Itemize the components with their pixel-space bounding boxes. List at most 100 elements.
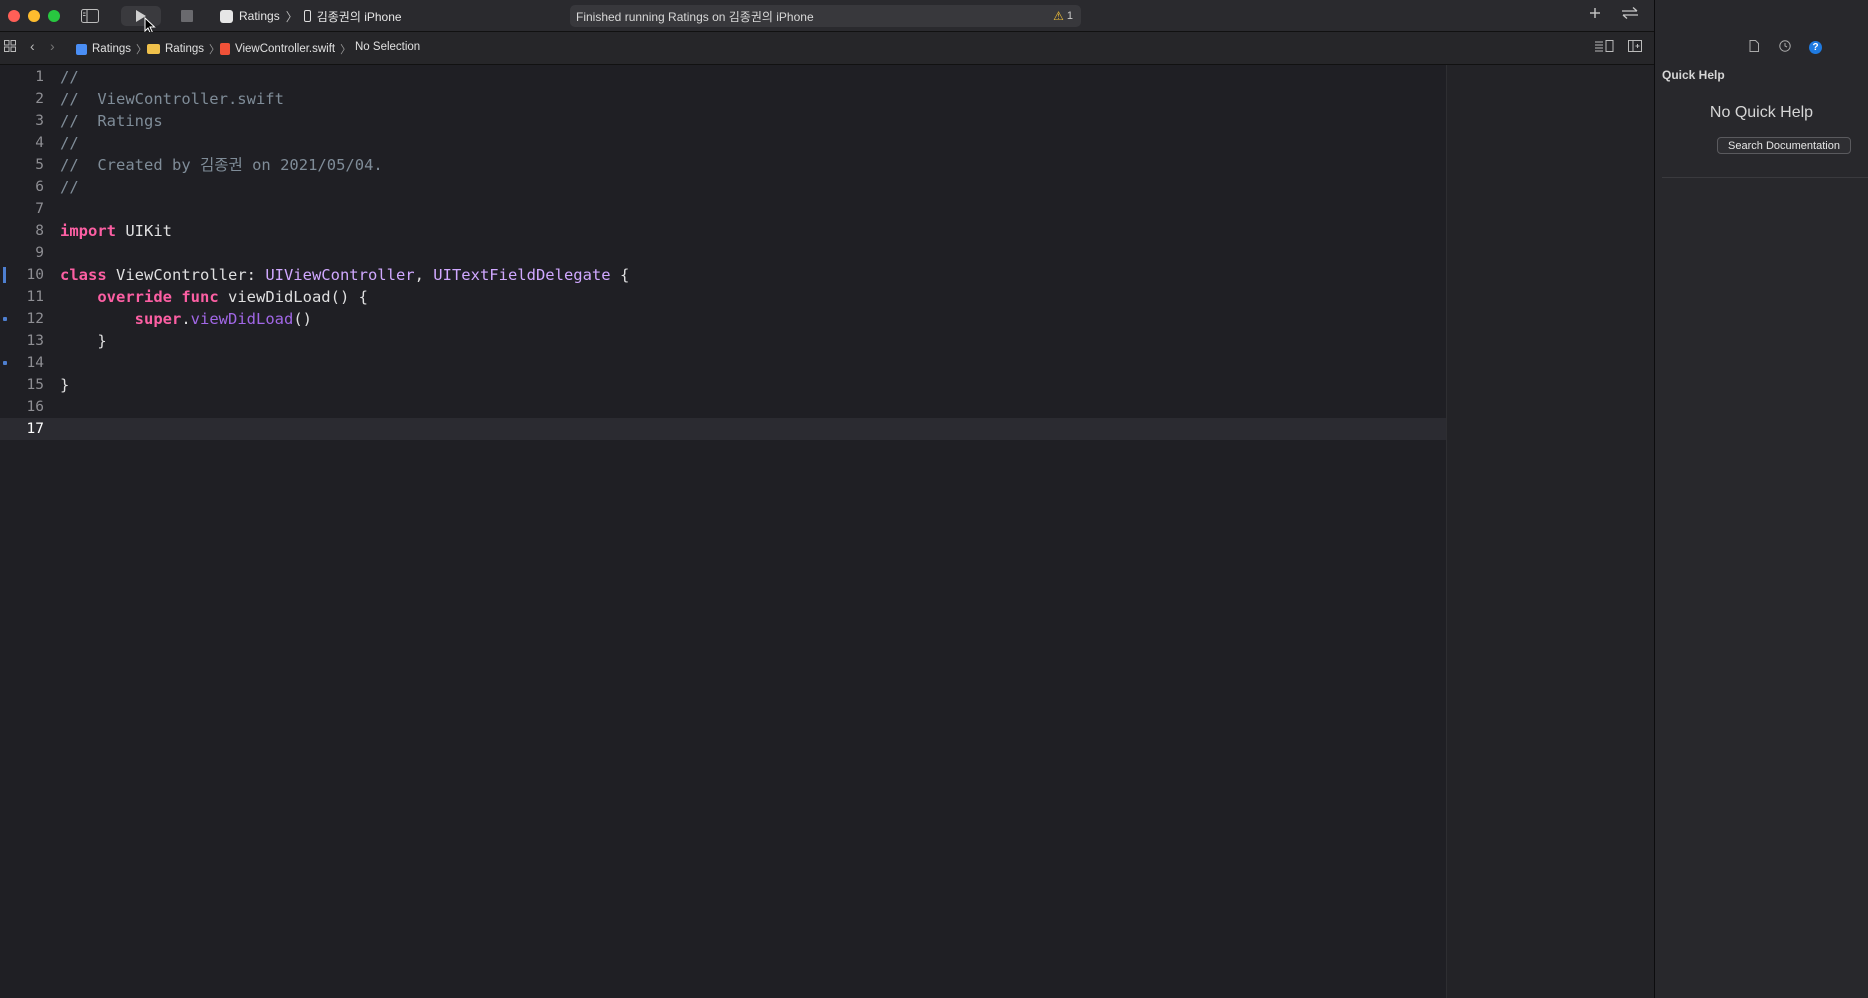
inspector-tabs: ? <box>1655 32 1868 64</box>
code-text: // <box>60 176 79 198</box>
quick-help-tab[interactable]: ? <box>1809 41 1822 54</box>
breadcrumb-selection[interactable]: No Selection <box>355 41 420 53</box>
chevron-right-icon: › <box>50 38 55 54</box>
line-number: 3 <box>35 113 44 129</box>
breadcrumb-file[interactable]: ViewController.swift 〉 <box>220 41 351 57</box>
code-text: // ViewController.swift <box>60 88 284 110</box>
code-line[interactable]: 8 import UIKit <box>0 220 1446 242</box>
code-token-plain: UIKit <box>116 222 172 240</box>
minimize-window-button[interactable] <box>28 10 40 22</box>
code-token-comment: // <box>60 178 79 196</box>
code-text: } <box>60 330 107 352</box>
code-line[interactable]: 13 } <box>0 330 1446 352</box>
code-review-button[interactable] <box>1620 6 1640 25</box>
code-token-plain: { <box>610 266 630 284</box>
line-number: 5 <box>35 157 44 173</box>
warning-indicator[interactable]: ⚠ 1 <box>1053 9 1073 23</box>
code-text: override func viewDidLoad() { <box>60 286 368 308</box>
jump-bar: ‹ › Ratings 〉 Ratings 〉 ViewController.s… <box>0 32 1654 65</box>
forward-button[interactable]: › <box>50 38 55 54</box>
line-number: 7 <box>35 201 44 217</box>
code-line[interactable]: 10 class ViewController: UIViewController… <box>0 264 1446 286</box>
clock-icon <box>1779 40 1791 52</box>
line-number: 11 <box>26 289 44 305</box>
file-icon <box>1749 40 1759 52</box>
history-inspector-tab[interactable] <box>1779 40 1791 55</box>
code-line[interactable]: 6 // <box>0 176 1446 198</box>
code-line[interactable]: 3 // Ratings <box>0 110 1446 132</box>
breadcrumb-project-label: Ratings <box>92 43 131 55</box>
code-line[interactable]: 12 super.viewDidLoad() <box>0 308 1446 330</box>
quick-help-empty-message: No Quick Help <box>1709 104 1814 121</box>
scheme-device[interactable]: 김종권의 iPhone <box>317 8 402 25</box>
code-line[interactable]: 16 <box>0 396 1446 418</box>
editor-options-button[interactable] <box>1594 40 1614 52</box>
line-number: 17 <box>26 421 44 437</box>
line-number: 15 <box>26 377 44 393</box>
toolbar: Ratings 〉 김종권의 iPhone Finished running R… <box>0 0 1654 35</box>
code-token-func: viewDidLoad <box>190 310 294 328</box>
code-text: // Ratings <box>60 110 163 132</box>
code-line[interactable]: 7 <box>0 198 1446 220</box>
code-token-keyword: func <box>181 288 219 306</box>
code-token-plain: } <box>60 376 70 394</box>
line-number: 8 <box>35 223 44 239</box>
code-line[interactable]: 2 // ViewController.swift <box>0 88 1446 110</box>
source-editor[interactable]: 1 // 2 // ViewController.swift 3 // Ratings 4 /… <box>0 65 1446 998</box>
warning-count: 1 <box>1066 10 1073 22</box>
stop-button[interactable] <box>177 6 197 26</box>
line-number: 4 <box>35 135 44 151</box>
minimap[interactable] <box>1446 65 1655 998</box>
code-line[interactable]: 11 override func viewDidLoad() { <box>0 286 1446 308</box>
code-token-plain: . <box>181 310 191 328</box>
chevron-right-icon: 〉 <box>285 9 298 24</box>
change-indicator[interactable] <box>3 316 7 321</box>
code-token-comment: // Created by 김종권 on 2021/05/04. <box>60 156 383 174</box>
add-editor-button[interactable] <box>1628 40 1642 52</box>
code-line[interactable]: 5 // Created by 김종권 on 2021/05/04. <box>0 154 1446 176</box>
inspector-panel: ? Quick Help No Quick Help Search Docume… <box>1655 0 1868 998</box>
close-window-button[interactable] <box>8 10 20 22</box>
code-line[interactable]: 4 // <box>0 132 1446 154</box>
activity-viewer[interactable]: Finished running Ratings on 김종권의 iPhone … <box>570 5 1081 27</box>
code-token-comment: // <box>60 68 79 86</box>
warning-icon: ⚠ <box>1053 9 1064 23</box>
code-text: import UIKit <box>60 220 172 242</box>
code-line[interactable]: 9 <box>0 242 1446 264</box>
chevron-right-icon: 〉 <box>209 44 220 56</box>
line-number: 10 <box>26 267 44 283</box>
line-number: 2 <box>35 91 44 107</box>
sidebar-toggle-icon[interactable] <box>80 6 100 26</box>
breadcrumb-selection-label: No Selection <box>355 41 421 53</box>
library-plus-button[interactable] <box>1588 6 1602 25</box>
back-button[interactable]: ‹ <box>30 38 35 54</box>
search-documentation-button[interactable]: Search Documentation <box>1717 137 1851 154</box>
app-icon <box>220 9 233 23</box>
scheme-selector[interactable]: Ratings 〉 김종권의 iPhone <box>220 7 402 25</box>
swap-icon <box>1622 7 1638 19</box>
related-items-button[interactable] <box>4 40 16 52</box>
change-indicator[interactable] <box>3 360 7 365</box>
code-token-comment: // ViewController.swift <box>60 90 284 108</box>
scheme-target[interactable]: Ratings <box>239 9 280 23</box>
chevron-left-icon: ‹ <box>30 38 35 54</box>
line-number: 16 <box>26 399 44 415</box>
code-token-plain: viewDidLoad() { <box>218 288 368 306</box>
inspector-separator <box>1662 177 1868 178</box>
change-indicator[interactable] <box>3 267 6 283</box>
code-line[interactable]: 17 <box>0 418 1446 440</box>
code-token-comment: // Ratings <box>60 112 163 130</box>
code-line[interactable]: 15} <box>0 374 1446 396</box>
code-token-type: UITextFieldDelegate <box>433 266 611 284</box>
breadcrumb-project[interactable]: Ratings 〉 <box>76 41 147 57</box>
code-token-type: UIViewController <box>265 266 415 284</box>
code-line[interactable]: 14 <box>0 352 1446 374</box>
code-token-plain: } <box>60 332 107 350</box>
file-inspector-tab[interactable] <box>1749 40 1759 55</box>
help-icon: ? <box>1812 42 1819 53</box>
maximize-window-button[interactable] <box>48 10 60 22</box>
breadcrumb-folder[interactable]: Ratings 〉 <box>147 41 220 57</box>
code-token-comment: // <box>60 134 79 152</box>
code-line[interactable]: 1 // <box>0 66 1446 88</box>
